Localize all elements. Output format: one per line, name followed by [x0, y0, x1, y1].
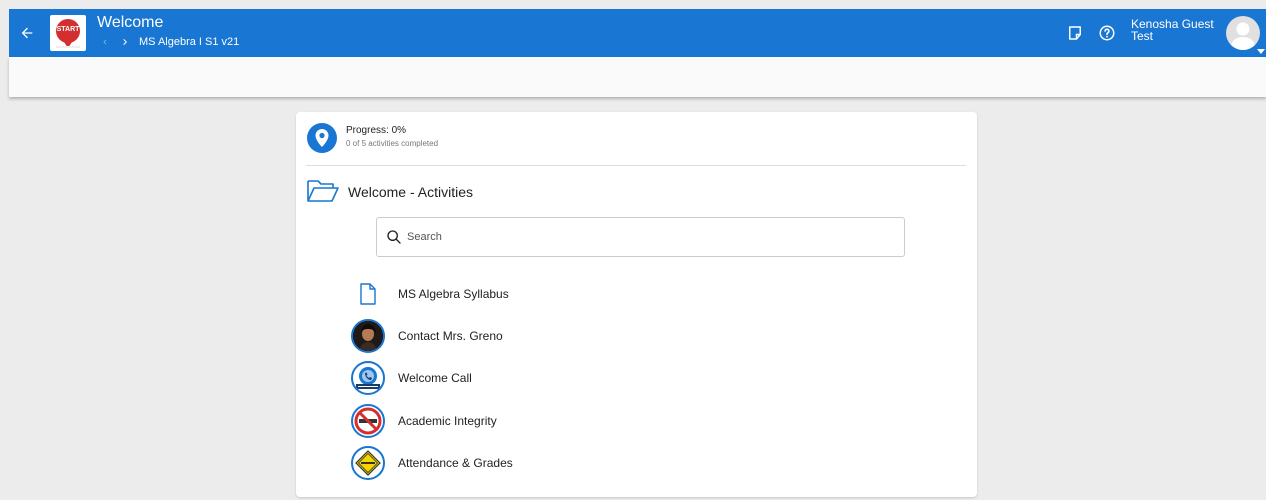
activity-item-attendance[interactable]: Attendance & Grades	[350, 445, 910, 481]
activity-item-contact[interactable]: Contact Mrs. Greno	[350, 318, 910, 354]
title-block: Welcome MS Algebra I S1 v21	[97, 14, 239, 49]
activity-icon	[350, 360, 386, 396]
back-button[interactable]	[15, 21, 39, 45]
page-title: Welcome	[97, 14, 164, 31]
activity-label: Attendance & Grades	[398, 456, 513, 470]
notes-button[interactable]	[1063, 21, 1087, 45]
user-avatar[interactable]	[1225, 15, 1265, 54]
school-logo: START	[50, 15, 86, 51]
folder-open-icon	[307, 180, 339, 202]
caret-down-icon	[1257, 49, 1265, 54]
chevron-left-icon	[103, 39, 107, 45]
no-plagiarism-icon	[351, 404, 385, 438]
course-name[interactable]: MS Algebra I S1 v21	[139, 36, 239, 48]
phone-badge-icon	[351, 361, 385, 395]
activity-icon	[350, 318, 386, 354]
search-input[interactable]	[407, 231, 887, 243]
logo-text: START	[56, 26, 80, 33]
search-box[interactable]	[376, 217, 905, 257]
teacher-photo-icon	[351, 319, 385, 353]
user-avatar-icon	[1226, 16, 1260, 50]
activity-item-syllabus[interactable]: MS Algebra Syllabus	[350, 276, 910, 312]
activity-item-welcome-call[interactable]: Welcome Call	[350, 360, 910, 396]
activity-icon	[350, 403, 386, 439]
help-icon	[1099, 25, 1115, 41]
activity-label: Academic Integrity	[398, 414, 497, 428]
attendance-sign-icon	[351, 446, 385, 480]
progress-pin-icon	[307, 123, 337, 153]
user-name[interactable]: Kenosha Guest Test	[1131, 18, 1214, 42]
search-icon	[387, 230, 401, 244]
activities-card: Progress: 0% 0 of 5 activities completed…	[296, 112, 977, 497]
divider	[306, 165, 966, 166]
arrow-back-icon	[21, 27, 33, 39]
help-button[interactable]	[1095, 21, 1119, 45]
previous-button[interactable]	[97, 35, 113, 49]
toolbar-strip	[9, 57, 1266, 97]
progress-subtitle: 0 of 5 activities completed	[346, 139, 439, 148]
activity-item-academic-integrity[interactable]: Academic Integrity	[350, 403, 910, 439]
activity-label: Contact Mrs. Greno	[398, 329, 503, 343]
progress-title: Progress: 0%	[346, 125, 407, 136]
activity-icon	[350, 445, 386, 481]
course-nav: MS Algebra I S1 v21	[97, 35, 239, 49]
activity-icon	[350, 276, 386, 312]
header-actions	[1063, 21, 1119, 45]
activity-label: MS Algebra Syllabus	[398, 287, 509, 301]
chevron-right-icon	[123, 39, 127, 45]
folder-title: Welcome - Activities	[348, 184, 473, 200]
app-bar: START Welcome MS Algebra I S1 v21 Kenosh…	[9, 9, 1266, 57]
note-icon	[1069, 26, 1081, 40]
next-button[interactable]	[117, 35, 133, 49]
document-icon	[360, 283, 376, 305]
user-last-name: Test	[1131, 29, 1154, 43]
activity-label: Welcome Call	[398, 371, 472, 385]
